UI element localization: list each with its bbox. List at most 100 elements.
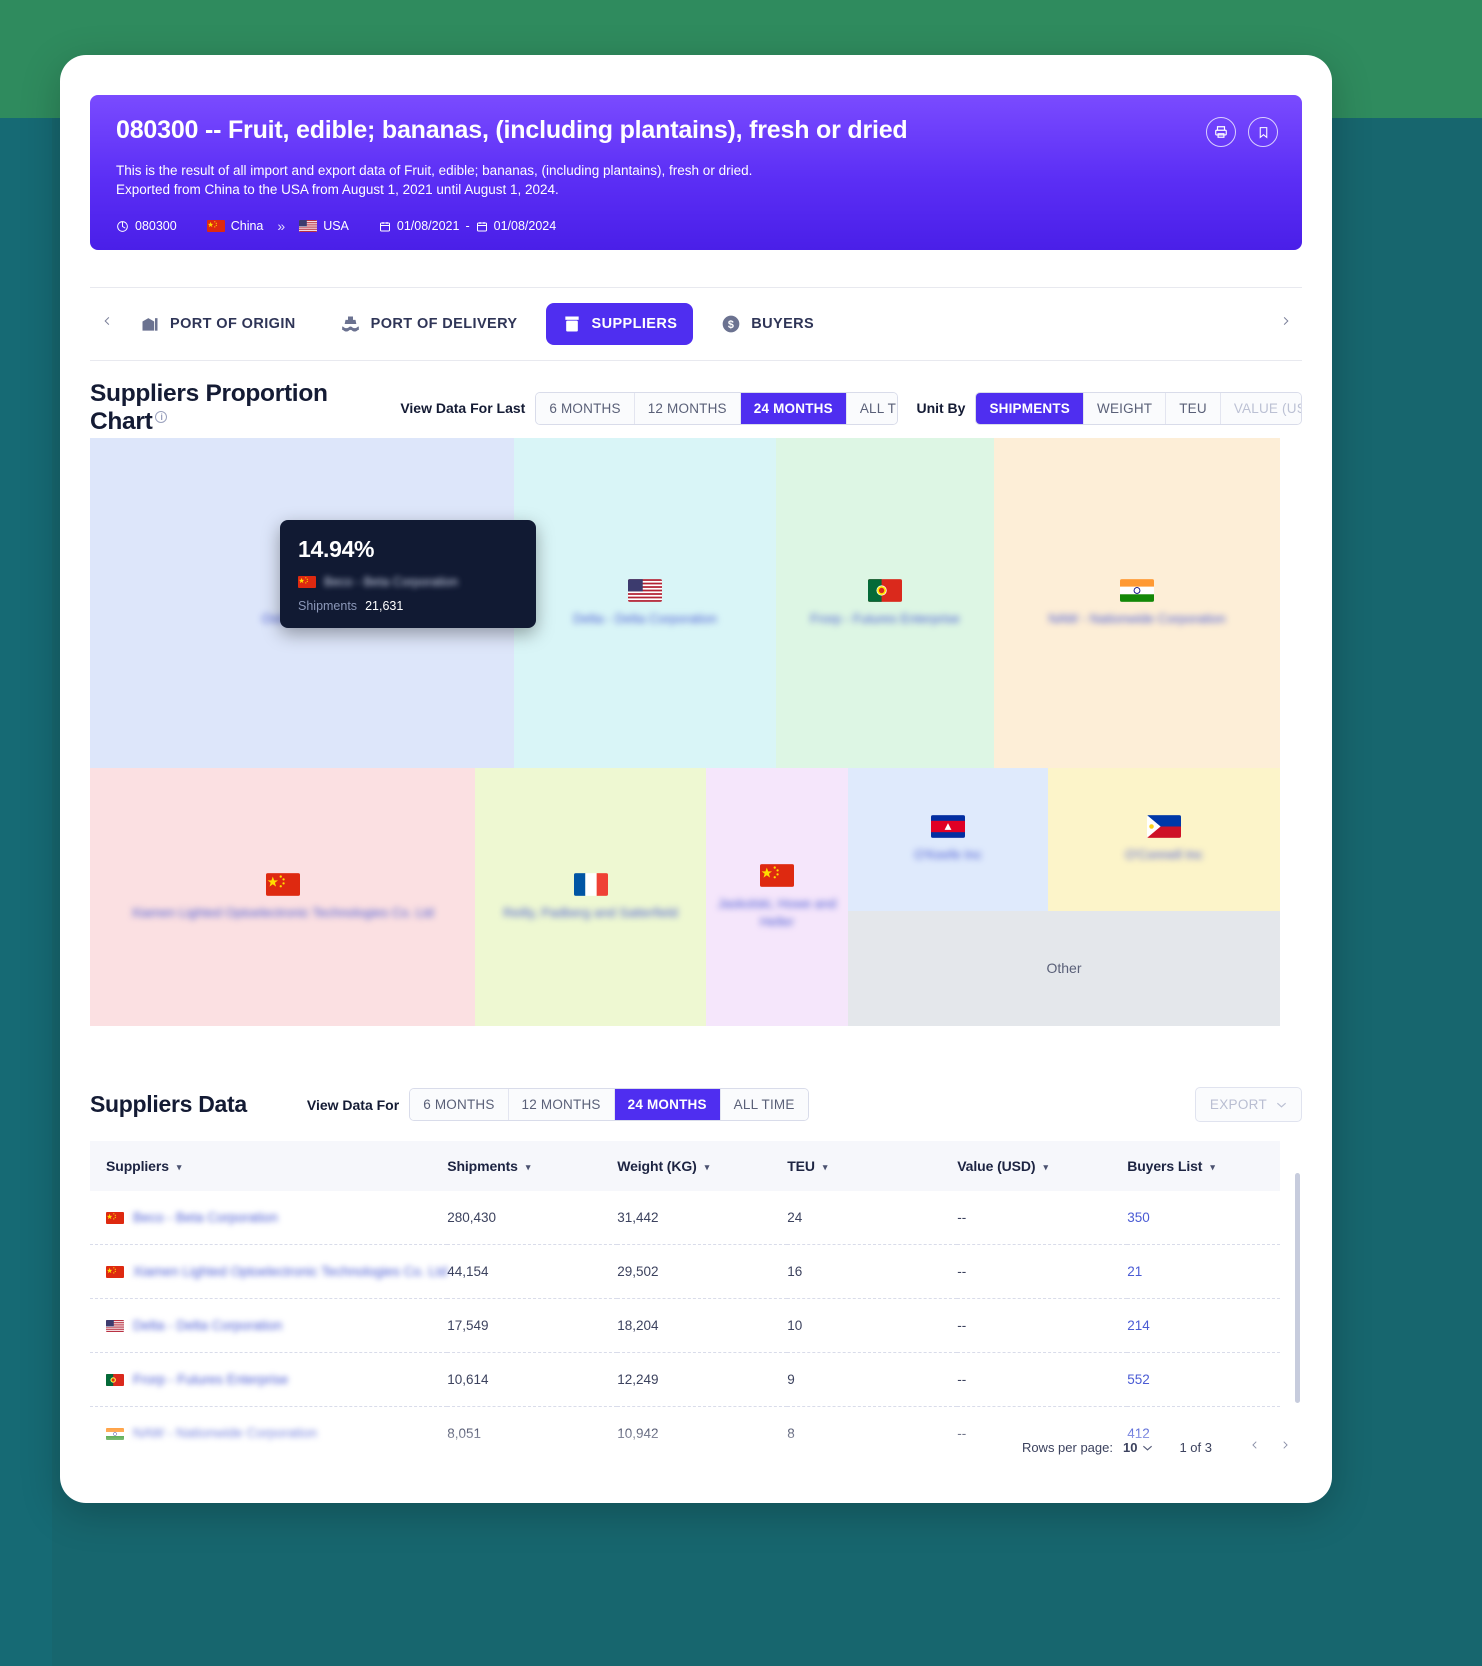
warehouse-icon [142,318,158,331]
banner-meta-row: 080300 China » USA 01/08/2021 - 01/08/20… [116,218,586,234]
column-header-weight[interactable]: Weight (KG) ▾ [617,1141,788,1191]
tabs-scroll-right-button[interactable] [1268,312,1302,336]
tab-buyers[interactable]: $ BUYERS [705,303,830,345]
table-row[interactable]: Delta - Delta Corporation 17,549 18,204 … [90,1298,1280,1353]
treemap-tile-4[interactable]: Xiamen Lighted Optoelectronic Technologi… [90,768,475,1026]
chevron-left-icon [103,316,109,326]
tab-suppliers[interactable]: SUPPLIERS [545,303,694,345]
column-header-value[interactable]: Value (USD) ▾ [957,1141,1128,1191]
tooltip-metric-value: 21,631 [365,599,404,613]
tabs-scroll-left-button[interactable] [90,312,124,336]
result-description: This is the result of all import and exp… [116,161,1276,200]
table-scrollbar[interactable] [1295,1173,1300,1403]
treemap-tile-7[interactable]: O'Keefe Inc [848,768,1048,911]
treemap-tile-label-2: Frorp - Futures Enterprise [810,610,960,626]
treemap-tile-label-6: Jaskolski, Howe and Heller [717,895,837,929]
france-flag-icon [573,872,608,896]
tab-port-of-delivery[interactable]: PORT OF DELIVERY [324,303,534,345]
table-row[interactable]: Frorp - Futures Enterprise 10,614 12,249… [90,1352,1280,1407]
chart-unit-option-shipments[interactable]: SHIPMENTS [976,392,1085,424]
column-header-teu[interactable]: TEU ▾ [787,1141,958,1191]
table-row[interactable]: Beco - Beta Corporation 280,430 31,442 2… [90,1191,1280,1245]
cell-supplier: Xiamen Lighted Optoelectronic Technologi… [90,1244,448,1299]
chart-header: Suppliers Proportion Chart i View Data Fo… [90,380,1302,436]
treemap-tile-5[interactable]: Reilly, Padberg and Satterfield [475,768,706,1026]
treemap-tile-1[interactable]: Delta - Delta Corporation [514,438,776,768]
supplier-name-link[interactable]: Xiamen Lighted Optoelectronic Technologi… [133,1264,447,1279]
treemap-tile-3[interactable]: NAW - Nationwide Corporation [994,438,1280,768]
cell-buyers-link[interactable]: 350 [1127,1191,1280,1245]
column-header-shipments[interactable]: Shipments ▾ [447,1141,618,1191]
tab-label-buyers: BUYERS [751,316,815,332]
treemap-tile-2[interactable]: Frorp - Futures Enterprise [776,438,994,768]
table-period-label: View Data For [306,1096,400,1113]
page-title: 080300 -- Fruit, edible; bananas, (inclu… [116,116,908,144]
info-icon[interactable]: i [155,410,168,423]
china-flag-icon [106,1211,124,1224]
chevron-down-icon[interactable] [1142,1444,1153,1452]
table-title: Suppliers Data [90,1091,247,1117]
meta-date-dash: - [465,219,470,233]
print-button[interactable] [1206,117,1236,147]
meta-date-to: 01/08/2024 [493,219,557,233]
table-period-option-all-time[interactable]: ALL TIME [720,1089,808,1120]
table-period-option-6-months[interactable]: 6 MONTHS [410,1089,509,1120]
cell-buyers-link[interactable]: 214 [1127,1298,1280,1353]
table-period-segmented-control: 6 MONTHS 12 MONTHS 24 MONTHS ALL TIME [409,1088,809,1121]
description-line-2: Exported from China to the USA from Augu… [116,182,559,198]
treemap-tile-8[interactable]: O'Connell Inc [1048,768,1280,911]
meta-date-from: 01/08/2021 [396,219,460,233]
chart-period-option-6-months[interactable]: 6 MONTHS [536,392,635,424]
table-period-option-12-months[interactable]: 12 MONTHS [508,1089,615,1120]
cell-teu: 16 [787,1244,958,1299]
export-button[interactable]: EXPORT [1194,1087,1302,1122]
chart-period-option-24-months[interactable]: 24 MONTHS [740,392,847,424]
treemap-tile-label-4: Xiamen Lighted Optoelectronic Technologi… [131,904,434,920]
supplier-name-link[interactable]: Delta - Delta Corporation [133,1318,282,1333]
chart-period-segmented-control: 6 MONTHS 12 MONTHS 24 MONTHS ALL TIME [535,391,899,425]
cell-buyers-link[interactable]: 552 [1127,1352,1280,1407]
chevron-right-icon [1283,1441,1288,1449]
rows-per-page-value[interactable]: 10 [1123,1440,1137,1455]
column-header-buyers-list[interactable]: Buyers List ▾ [1127,1141,1280,1191]
chart-unit-option-weight[interactable]: WEIGHT [1084,392,1167,424]
column-label-value: Value (USD) [957,1158,1036,1174]
previous-page-button[interactable] [1240,1437,1270,1458]
chart-period-option-12-months[interactable]: 12 MONTHS [634,392,741,424]
treemap-tile-label-7: O'Keefe Inc [914,847,982,863]
next-page-button[interactable] [1270,1437,1300,1458]
table-period-option-24-months[interactable]: 24 MONTHS [614,1089,721,1120]
rows-per-page-label: Rows per page: [1021,1440,1113,1455]
column-label-suppliers: Suppliers [106,1158,169,1174]
sort-caret-icon: ▾ [176,1161,182,1172]
treemap-tile-other[interactable]: Other [848,911,1280,1026]
tab-port-of-origin[interactable]: PORT OF ORIGIN [124,303,312,345]
cell-buyers-link[interactable]: 21 [1127,1244,1280,1299]
bookmark-button[interactable] [1248,117,1278,147]
supplier-name-link[interactable]: Frorp - Futures Enterprise [133,1372,288,1387]
tab-label-port-of-delivery: PORT OF DELIVERY [370,316,518,332]
sort-caret-icon: ▾ [1210,1161,1215,1172]
chart-unit-option-value-usd[interactable]: VALUE (USD) [1220,392,1301,424]
cell-value: -- [957,1244,1128,1299]
tab-label-port-of-origin: PORT OF ORIGIN [170,316,296,332]
chart-unit-option-teu[interactable]: TEU [1166,392,1221,424]
cell-teu: 10 [787,1298,958,1353]
sort-caret-icon: ▾ [1043,1161,1048,1172]
usa-flag-icon [106,1319,124,1332]
treemap-tile-6[interactable]: Jaskolski, Howe and Heller [706,768,848,1026]
cell-teu: 24 [787,1191,958,1245]
description-line-1: This is the result of all import and exp… [116,162,753,178]
meta-destination: USA [323,219,349,233]
cell-supplier: Frorp - Futures Enterprise [90,1352,448,1407]
chart-period-option-all-time[interactable]: ALL TIME [846,392,898,424]
chart-title: Suppliers Proportion Chart [90,380,328,435]
table-row[interactable]: Xiamen Lighted Optoelectronic Technologi… [90,1244,1280,1299]
column-label-buyers-list: Buyers List [1127,1158,1203,1174]
column-header-suppliers[interactable]: Suppliers ▾ [90,1141,448,1191]
supplier-name-link[interactable]: Beco - Beta Corporation [133,1210,278,1225]
india-flag-icon [1120,578,1154,602]
cell-value: -- [957,1298,1128,1353]
table-body: Beco - Beta Corporation 280,430 31,442 2… [90,1191,1280,1461]
table-pagination: Rows per page: 10 1 of 3 [1022,1437,1300,1458]
